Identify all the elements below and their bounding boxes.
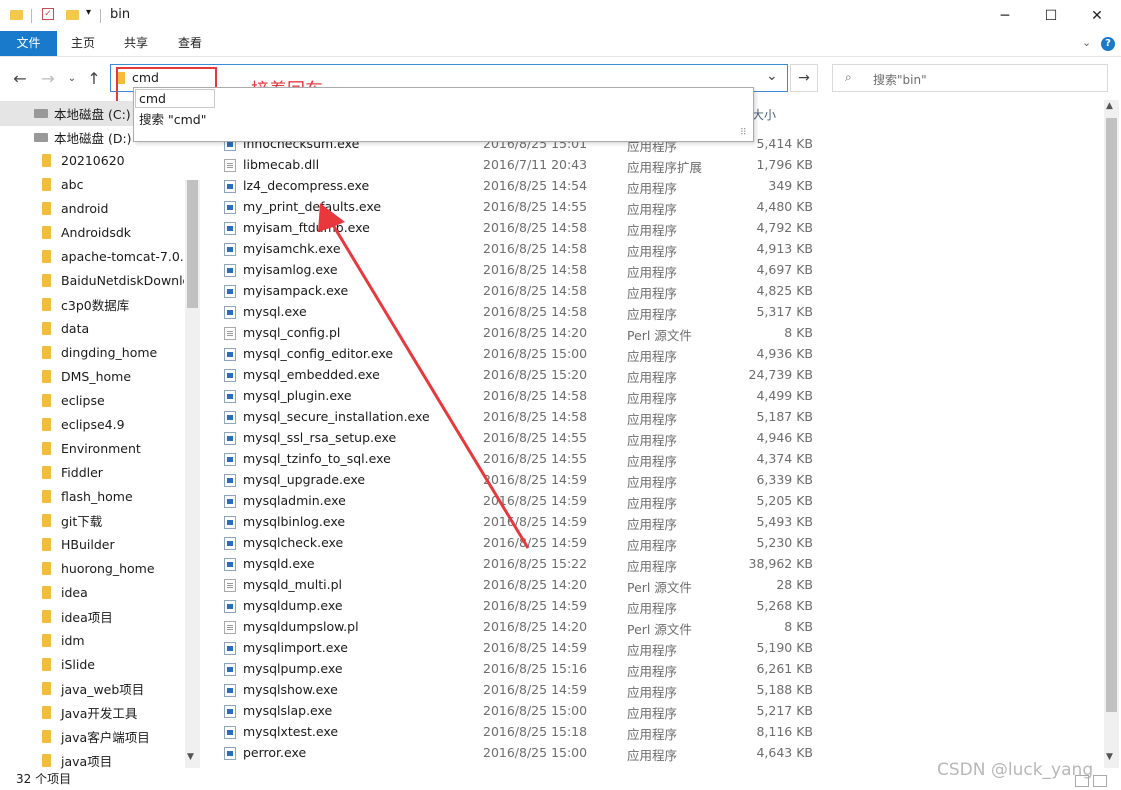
scroll-down-icon[interactable]: ▼ <box>1106 752 1113 762</box>
scroll-up-icon[interactable]: ▲ <box>1106 101 1113 111</box>
large-icons-view-icon[interactable] <box>1093 775 1107 787</box>
file-list-scrollbar-thumb[interactable] <box>1106 118 1117 712</box>
annotation-arrow <box>318 203 530 549</box>
status-item-count: 32 个项目 <box>16 772 72 786</box>
arrow-line <box>328 219 530 549</box>
details-view-icon[interactable] <box>1075 775 1089 787</box>
arrow-head-icon <box>318 203 345 232</box>
watermark: CSDN @luck_yang <box>937 760 1094 780</box>
